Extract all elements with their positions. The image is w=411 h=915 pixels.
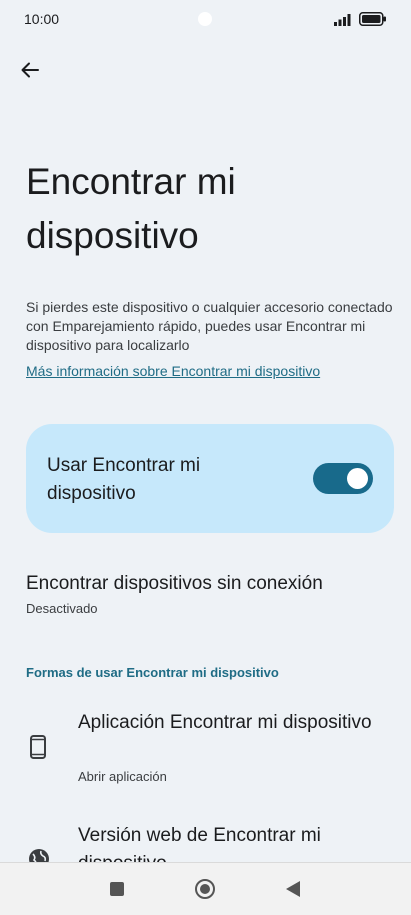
back-triangle-icon (286, 881, 300, 897)
system-navigation-bar (0, 862, 411, 915)
learn-more-link[interactable]: Más información sobre Encontrar mi dispo… (26, 362, 320, 381)
use-find-my-device-switch[interactable] (313, 463, 373, 494)
battery-icon (359, 12, 387, 31)
arrow-left-icon (21, 62, 39, 78)
status-time: 10:00 (24, 11, 60, 27)
page-title: Encontrar mi dispositivo (26, 161, 236, 256)
page-description: Si pierdes este dispositivo o cualquier … (26, 299, 393, 353)
offline-devices-status: Desactivado (26, 601, 98, 616)
home-button[interactable] (192, 876, 218, 902)
offline-devices-title[interactable]: Encontrar dispositivos sin conexión (26, 571, 323, 597)
status-bar: 10:00 (0, 0, 411, 40)
list-item-app-subtitle: Abrir aplicación (78, 769, 167, 784)
recents-square-icon (110, 882, 124, 896)
list-item-app-title: Aplicación Encontrar mi dispositivo (78, 712, 372, 733)
home-circle-icon (195, 879, 215, 899)
phone-icon (29, 735, 47, 764)
camera-cutout (198, 12, 212, 26)
use-find-my-device-card[interactable]: Usar Encontrar mi dispositivo (26, 424, 394, 533)
back-button[interactable] (16, 56, 44, 84)
ways-section-header: Formas de usar Encontrar mi dispositivo (26, 665, 279, 680)
signal-icon (334, 12, 354, 31)
recents-button[interactable] (105, 877, 129, 901)
back-nav-button[interactable] (281, 877, 305, 901)
use-find-my-device-label: Usar Encontrar mi dispositivo (47, 455, 201, 504)
switch-thumb (347, 468, 368, 489)
